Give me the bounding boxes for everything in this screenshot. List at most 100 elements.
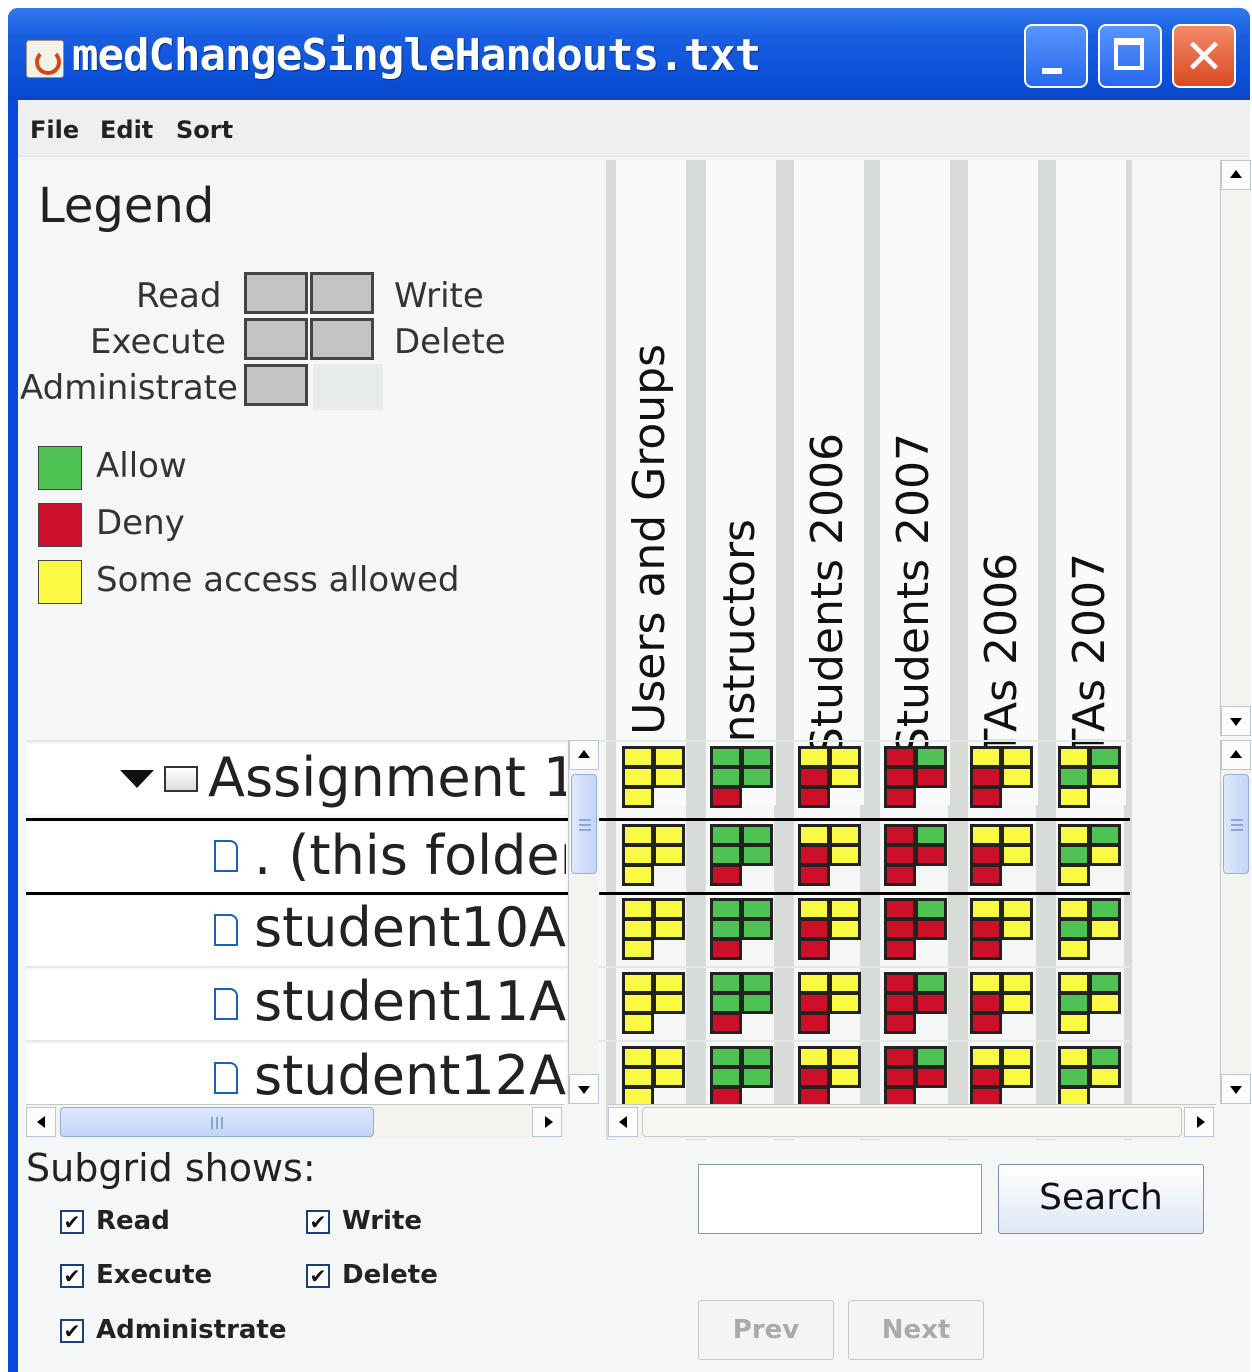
tree-vertical-scrollbar[interactable] <box>568 740 599 1104</box>
scroll-up-button[interactable] <box>569 740 599 770</box>
expand-down-icon[interactable] <box>120 770 154 788</box>
search-input[interactable] <box>698 1164 982 1234</box>
search-button[interactable]: Search <box>998 1164 1204 1234</box>
column-header-students-2007[interactable]: Students 2007 <box>880 160 950 805</box>
column-header-students-2006[interactable]: Students 2006 <box>794 160 864 805</box>
grip-icon <box>579 829 591 831</box>
tree-row-student11[interactable]: student11Assignment1 <box>26 970 566 1040</box>
grip-icon <box>211 1117 213 1129</box>
column-separator <box>686 160 706 1140</box>
column-header-label: Students 2006 <box>802 432 853 755</box>
menu-sort[interactable]: Sort <box>176 116 233 144</box>
delete-checkbox-label[interactable]: Delete <box>342 1260 438 1290</box>
permission-administrate-square <box>710 786 742 808</box>
arrow-down-icon <box>1230 718 1242 726</box>
scroll-left-button[interactable] <box>608 1107 638 1137</box>
permission-delete-square <box>829 992 861 1014</box>
tree-row-assignment-1[interactable]: Assignment 1 <box>26 744 566 814</box>
permission-read-square <box>622 824 654 846</box>
tree-row-this-folder[interactable]: . (this folder) <box>26 822 566 892</box>
scroll-right-button[interactable] <box>532 1107 562 1137</box>
permission-delete-square <box>741 992 773 1014</box>
java-app-icon <box>26 40 64 78</box>
permission-administrate-square <box>1058 786 1090 808</box>
permission-execute-square <box>1058 918 1090 940</box>
permission-cell[interactable] <box>622 1046 688 1104</box>
permission-read-square <box>798 746 830 768</box>
scroll-down-button[interactable] <box>569 1074 599 1104</box>
permission-administrate-square <box>884 864 916 886</box>
legend-execute-label: Execute <box>90 322 226 362</box>
close-icon: ✕ <box>1183 29 1225 85</box>
title-bar[interactable]: medChangeSingleHandouts.txt ✕ <box>8 8 1250 100</box>
permission-read-square <box>710 972 742 994</box>
column-header-tas-2006[interactable]: TAs 2006 <box>968 160 1038 805</box>
permission-read-square <box>970 1046 1002 1068</box>
administrate-checkbox[interactable]: ✔ <box>60 1319 84 1343</box>
arrow-up-icon <box>1230 170 1242 178</box>
permission-read-square <box>970 824 1002 846</box>
scroll-track[interactable] <box>642 1107 1182 1137</box>
scroll-thumb[interactable] <box>1223 774 1249 874</box>
next-button[interactable]: Next <box>848 1300 984 1360</box>
tree-row-student12[interactable]: student12Assignment1 <box>26 1044 566 1104</box>
write-checkbox-label[interactable]: Write <box>342 1206 422 1236</box>
permission-cell[interactable] <box>884 1046 950 1104</box>
permission-read-square <box>1058 972 1090 994</box>
legend-administrate-cell <box>244 364 308 406</box>
permission-cell[interactable] <box>970 1046 1036 1104</box>
read-checkbox-label[interactable]: Read <box>96 1206 170 1236</box>
execute-checkbox[interactable]: ✔ <box>60 1264 84 1288</box>
administrate-checkbox-label[interactable]: Administrate <box>96 1315 287 1345</box>
legend-title: Legend <box>38 178 215 234</box>
grid-vertical-scrollbar[interactable] <box>1220 740 1251 1104</box>
scroll-right-button[interactable] <box>1184 1107 1214 1137</box>
menu-edit[interactable]: Edit <box>100 116 153 144</box>
scroll-down-button[interactable] <box>1221 706 1251 736</box>
minimize-button[interactable] <box>1024 24 1088 88</box>
write-checkbox[interactable]: ✔ <box>306 1210 330 1234</box>
permission-cell[interactable] <box>1058 1046 1124 1104</box>
scroll-up-button[interactable] <box>1221 740 1251 770</box>
scroll-thumb[interactable] <box>571 774 597 874</box>
menu-bar: File Edit Sort <box>18 100 1250 157</box>
maximize-button[interactable] <box>1098 24 1162 88</box>
tree-horizontal-scrollbar[interactable] <box>26 1104 564 1139</box>
permission-execute-square <box>710 766 742 788</box>
permission-delete-square <box>1089 766 1121 788</box>
menu-file[interactable]: File <box>30 116 79 144</box>
execute-checkbox-label[interactable]: Execute <box>96 1260 212 1290</box>
permission-write-square <box>1001 746 1033 768</box>
permission-execute-square <box>622 766 654 788</box>
permission-read-square <box>798 824 830 846</box>
scroll-up-button[interactable] <box>1221 160 1251 190</box>
permission-administrate-square <box>622 1086 654 1104</box>
permission-write-square <box>1089 898 1121 920</box>
column-header-tas-2007[interactable]: TAs 2007 <box>1056 160 1126 805</box>
permission-write-square <box>653 972 685 994</box>
scroll-thumb[interactable] <box>60 1107 374 1137</box>
permission-administrate-square <box>884 1012 916 1034</box>
permission-cell[interactable] <box>798 1046 864 1104</box>
tree-row-label: Assignment 1 <box>208 746 566 809</box>
scroll-left-button[interactable] <box>26 1107 56 1137</box>
grip-icon <box>1231 819 1243 821</box>
scroll-down-button[interactable] <box>1221 1074 1251 1104</box>
permission-read-square <box>622 746 654 768</box>
tree-row-student10[interactable]: student10Assignment1 <box>26 896 566 966</box>
prev-button[interactable]: Prev <box>698 1300 834 1360</box>
column-header-instructors[interactable]: Instructors <box>706 160 776 805</box>
permission-delete-square <box>653 918 685 940</box>
file-icon <box>214 988 238 1020</box>
delete-checkbox[interactable]: ✔ <box>306 1264 330 1288</box>
permission-read-square <box>884 824 916 846</box>
file-icon <box>214 840 238 872</box>
close-button[interactable]: ✕ <box>1172 24 1236 88</box>
permission-cell[interactable] <box>710 1046 776 1104</box>
grid-horizontal-scrollbar[interactable] <box>608 1104 1216 1139</box>
permission-write-square <box>1089 824 1121 846</box>
header-vertical-scrollbar[interactable] <box>1220 160 1251 736</box>
legend-write-label: Write <box>394 276 484 316</box>
read-checkbox[interactable]: ✔ <box>60 1210 84 1234</box>
column-header-users-and-groups[interactable]: Users and Groups <box>616 160 686 805</box>
